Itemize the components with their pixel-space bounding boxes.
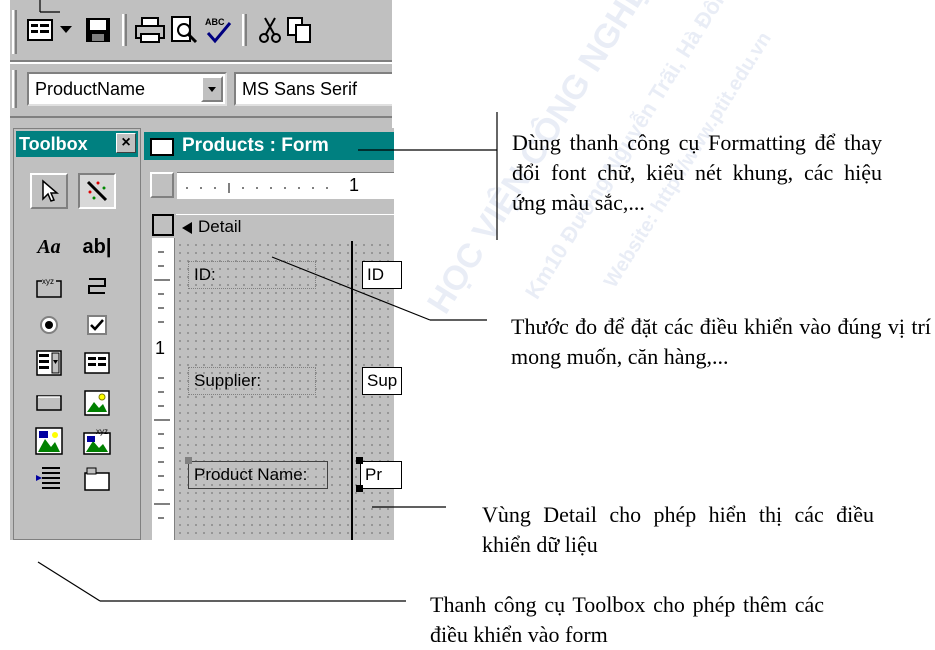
formatting-annotation: Dùng thanh công cụ Formatting để thay đổ… bbox=[512, 130, 882, 215]
toolbox-annotation: Thanh công cụ Toolbox cho phép thêm các … bbox=[430, 592, 824, 647]
ruler-annotation: Thước đo để đặt các điều khiển vào đúng … bbox=[511, 314, 931, 369]
detail-annotation: Vùng Detail cho phép hiển thị các điều k… bbox=[482, 502, 874, 557]
